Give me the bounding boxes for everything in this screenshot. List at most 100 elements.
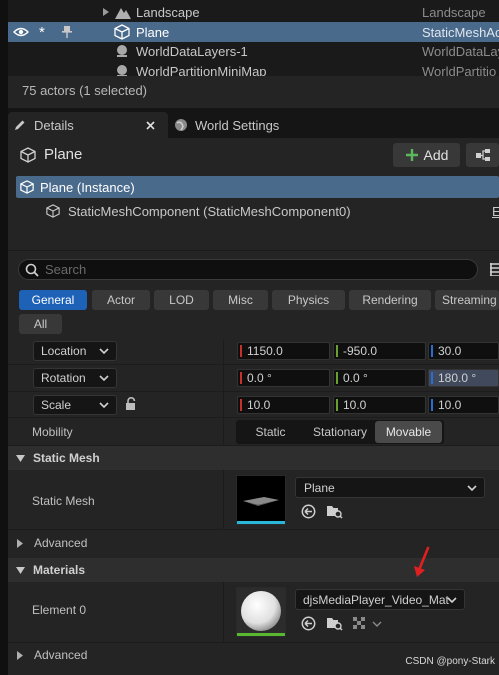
rotation-z-value: 180.0 °	[438, 371, 477, 385]
location-z-field[interactable]: 30.0	[428, 342, 499, 360]
details-search[interactable]	[18, 259, 478, 280]
property-matrix-icon[interactable]	[490, 263, 499, 276]
location-x-field[interactable]: 1150.0	[237, 342, 330, 360]
lock-icon[interactable]	[125, 397, 138, 411]
outliner-item-type: Landscape	[422, 4, 486, 20]
search-input[interactable]	[45, 262, 445, 277]
outliner-item-label: WorldDataLayers-1	[136, 43, 248, 59]
rotation-x-field[interactable]: 0.0 °	[237, 369, 330, 387]
filter-tab-physics[interactable]: Physics	[272, 290, 345, 310]
column-splitter[interactable]	[223, 582, 224, 643]
static-mesh-thumbnail[interactable]	[236, 475, 286, 525]
texture-checker-icon[interactable]	[353, 617, 367, 630]
column-splitter[interactable]	[223, 470, 224, 530]
actor-name[interactable]: Plane	[44, 146, 82, 163]
component-edit-link[interactable]: E	[492, 204, 499, 219]
watermark: CSDN @pony-Stark	[405, 656, 495, 667]
static-mesh-label: Static Mesh	[32, 494, 95, 508]
world-outliner: Landscape Landscape * Plane StaticMeshAc…	[8, 0, 499, 76]
browse-asset-icon[interactable]	[326, 615, 343, 631]
visibility-eye-icon[interactable]	[13, 27, 29, 37]
rotation-dropdown[interactable]: Rotation	[33, 368, 117, 388]
add-component-button[interactable]: Add	[393, 143, 460, 167]
filter-tab-general[interactable]: General	[19, 290, 87, 310]
filter-tab-streaming[interactable]: Streaming	[435, 290, 499, 310]
scale-y-field[interactable]: 10.0	[333, 396, 426, 414]
filter-tab-actor[interactable]: Actor	[92, 290, 150, 310]
tab-label: Details	[34, 117, 74, 133]
location-z-value: 30.0	[438, 344, 462, 358]
section-title: Static Mesh	[33, 451, 100, 465]
mobility-movable[interactable]: Movable	[375, 421, 442, 443]
world-partition-icon	[115, 64, 129, 76]
location-dropdown[interactable]: Location	[33, 341, 117, 361]
outliner-row-worlddatalayers[interactable]: WorldDataLayers-1 WorldDataLay	[8, 41, 499, 61]
column-splitter[interactable]	[223, 339, 224, 446]
advanced-label: Advanced	[34, 648, 88, 662]
tab-details[interactable]: Details	[8, 112, 168, 138]
section-header-static-mesh[interactable]: Static Mesh	[8, 446, 499, 470]
z-axis-marker	[431, 399, 433, 411]
collapse-arrow-icon	[16, 566, 25, 574]
static-mesh-actor-icon	[20, 147, 36, 163]
search-icon	[25, 263, 39, 277]
chevron-down-icon[interactable]	[372, 621, 382, 627]
expand-arrow-icon[interactable]	[102, 7, 110, 17]
x-axis-marker	[240, 399, 242, 411]
instance-row[interactable]: Plane (Instance)	[16, 176, 499, 198]
static-mesh-value: Plane	[304, 480, 335, 495]
scale-dropdown[interactable]: Scale	[33, 395, 117, 415]
material-thumbnail[interactable]	[236, 587, 286, 637]
panel-tab-bar: Details World Settings	[8, 108, 499, 138]
chevron-down-icon	[99, 375, 109, 381]
filter-tab-rendering[interactable]: Rendering	[349, 290, 431, 310]
instance-label: Plane (Instance)	[40, 179, 135, 195]
browse-asset-icon[interactable]	[326, 503, 343, 519]
chevron-down-icon	[99, 402, 109, 408]
scale-z-field[interactable]: 10.0	[428, 396, 499, 414]
tab-world-settings[interactable]: World Settings	[174, 112, 304, 138]
y-axis-marker	[336, 399, 338, 411]
outliner-row-plane[interactable]: * Plane StaticMeshAc	[8, 22, 499, 42]
pin-icon[interactable]	[62, 25, 72, 39]
use-selected-icon[interactable]	[301, 504, 316, 519]
globe-icon	[174, 118, 188, 132]
collapse-arrow-icon	[16, 454, 25, 462]
x-axis-marker	[240, 345, 242, 357]
location-y-field[interactable]: -950.0	[333, 342, 426, 360]
blueprint-button[interactable]	[466, 143, 499, 167]
component-row[interactable]: StaticMeshComponent (StaticMeshComponent…	[16, 200, 499, 222]
tab-label: World Settings	[195, 117, 280, 133]
static-mesh-actor-icon	[114, 24, 130, 40]
use-selected-icon[interactable]	[301, 616, 316, 631]
rotation-y-field[interactable]: 0.0 °	[333, 369, 426, 387]
rotation-z-field[interactable]: 180.0 °	[428, 369, 499, 387]
outliner-row-worldpartitionminimap[interactable]: WorldPartitionMiniMap WorldPartitio	[8, 61, 499, 76]
close-icon[interactable]	[146, 120, 155, 130]
rotation-x-value: 0.0 °	[247, 371, 272, 385]
x-axis-marker	[240, 372, 242, 384]
filter-tab-misc[interactable]: Misc	[213, 290, 268, 310]
mobility-label: Mobility	[32, 425, 73, 439]
section-title: Materials	[33, 563, 86, 577]
mobility-static[interactable]: Static	[238, 421, 303, 443]
scale-y-value: 10.0	[343, 398, 367, 412]
static-mesh-component-icon	[46, 204, 60, 218]
expand-arrow-icon	[17, 650, 23, 660]
divider	[8, 250, 499, 251]
world-data-layers-icon	[115, 44, 129, 58]
add-button-label: Add	[423, 147, 449, 163]
filter-tab-lod[interactable]: LOD	[154, 290, 209, 310]
star-icon[interactable]: *	[39, 24, 45, 41]
z-axis-marker	[431, 372, 433, 384]
static-mesh-picker[interactable]: Plane	[295, 477, 485, 498]
mobility-stationary[interactable]: Stationary	[305, 421, 375, 443]
outliner-row-landscape[interactable]: Landscape Landscape	[8, 2, 499, 22]
component-label: StaticMeshComponent (StaticMeshComponent…	[68, 203, 351, 219]
filter-tab-all[interactable]: All	[19, 314, 62, 334]
material-picker[interactable]: djsMediaPlayer_Video_Mat	[295, 589, 465, 610]
plus-icon	[405, 148, 419, 162]
location-label: Location	[41, 344, 87, 358]
scale-x-field[interactable]: 10.0	[237, 396, 330, 414]
y-axis-marker	[336, 345, 338, 357]
